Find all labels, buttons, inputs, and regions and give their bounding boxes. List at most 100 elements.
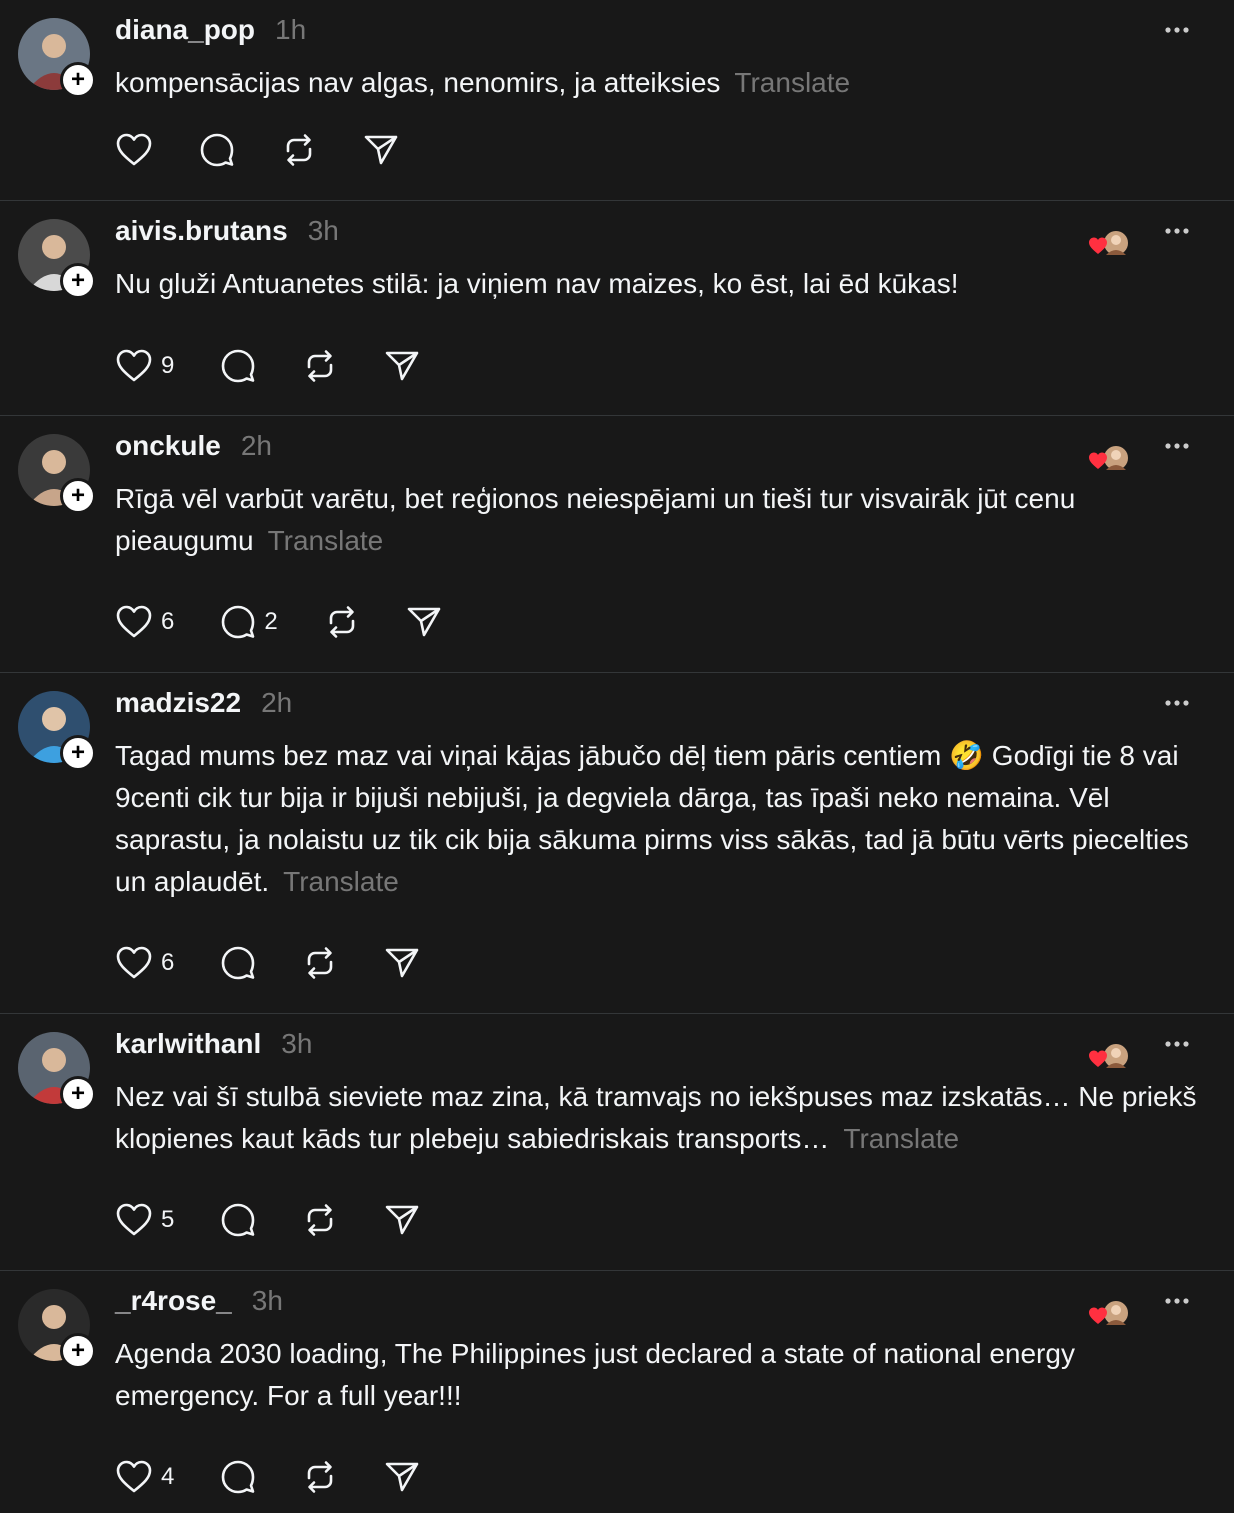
- heart-icon: [116, 946, 152, 979]
- post-text: kompensācijas nav algas, nenomirs, ja at…: [115, 62, 1204, 104]
- translate-link[interactable]: Translate: [283, 866, 399, 897]
- repost-icon: [286, 134, 312, 166]
- author-avatar-wrap: +: [18, 691, 96, 771]
- heart-icon: [116, 1203, 152, 1236]
- comment-icon: [222, 349, 255, 383]
- like-count: 6: [161, 608, 175, 635]
- author-avatar-wrap: +: [18, 1289, 96, 1369]
- send-icon: [386, 1462, 419, 1492]
- like-count: 9: [161, 352, 175, 379]
- share-button[interactable]: [384, 1459, 420, 1495]
- reply-button[interactable]: [220, 1459, 256, 1495]
- post-text: Tagad mums bez maz vai viņai kājas jābuč…: [115, 735, 1204, 903]
- follow-plus-icon[interactable]: +: [60, 263, 96, 299]
- reply-button[interactable]: 2: [220, 604, 278, 640]
- post-actions: 9: [115, 346, 466, 386]
- follow-plus-icon[interactable]: +: [60, 735, 96, 771]
- more-options-icon[interactable]: [1162, 221, 1198, 241]
- like-button[interactable]: [115, 132, 153, 168]
- share-button[interactable]: [406, 604, 442, 640]
- more-options-icon[interactable]: [1162, 1291, 1198, 1311]
- like-button[interactable]: 6: [115, 945, 174, 981]
- repost-icon: [308, 350, 333, 382]
- share-button[interactable]: [384, 348, 420, 384]
- like-count: 4: [161, 1463, 175, 1490]
- repost-icon: [308, 1204, 333, 1236]
- username[interactable]: madzis22: [115, 687, 241, 719]
- follow-plus-icon[interactable]: +: [60, 1333, 96, 1369]
- author-avatar-wrap: +: [18, 1032, 96, 1112]
- username[interactable]: aivis.brutans: [115, 215, 288, 247]
- like-count: 5: [161, 1206, 175, 1233]
- repost-button[interactable]: [302, 1459, 338, 1495]
- author-avatar-wrap: +: [18, 219, 96, 299]
- send-icon: [386, 351, 419, 381]
- repost-button[interactable]: [281, 132, 317, 168]
- like-count: 6: [161, 949, 175, 976]
- repost-button[interactable]: [302, 348, 338, 384]
- post-text-content: Tagad mums bez maz vai viņai kājas jābuč…: [115, 740, 1189, 897]
- post: + aivis.brutans 3h Nu gluži Antuanetes s…: [0, 201, 1234, 416]
- post-header: karlwithanl 3h: [115, 1028, 312, 1068]
- reply-button[interactable]: [220, 945, 256, 981]
- post-time[interactable]: 3h: [281, 1028, 312, 1060]
- post-actions: 6: [115, 943, 466, 983]
- more-options-icon[interactable]: [1162, 693, 1198, 713]
- author-avatar-wrap: +: [18, 18, 96, 98]
- post-time[interactable]: 2h: [241, 430, 272, 462]
- more-options-icon[interactable]: [1162, 436, 1198, 456]
- more-options-icon[interactable]: [1162, 1034, 1198, 1054]
- share-button[interactable]: [384, 1202, 420, 1238]
- post: + madzis22 2h Tagad mums bez maz vai viņ…: [0, 673, 1234, 1014]
- like-button[interactable]: 4: [115, 1459, 174, 1495]
- comment-icon: [222, 946, 255, 980]
- comment-icon: [222, 605, 255, 639]
- post-time[interactable]: 2h: [261, 687, 292, 719]
- post-text-content: Agenda 2030 loading, The Philippines jus…: [115, 1338, 1075, 1411]
- repost-button[interactable]: [324, 604, 360, 640]
- liked-by-indicator: [1088, 444, 1132, 476]
- reply-button[interactable]: [199, 132, 235, 168]
- post-header: madzis22 2h: [115, 687, 292, 727]
- follow-plus-icon[interactable]: +: [60, 62, 96, 98]
- heart-icon: [116, 1460, 152, 1493]
- more-options-icon[interactable]: [1162, 20, 1198, 40]
- post: + diana_pop 1h kompensācijas nav algas, …: [0, 0, 1234, 201]
- reply-button[interactable]: [220, 1202, 256, 1238]
- post-header: aivis.brutans 3h: [115, 215, 339, 255]
- repost-button[interactable]: [302, 1202, 338, 1238]
- send-icon: [364, 135, 398, 165]
- post-text: Rīgā vēl varbūt varētu, bet reģionos nei…: [115, 478, 1204, 562]
- like-button[interactable]: 6: [115, 604, 174, 640]
- share-button[interactable]: [363, 132, 399, 168]
- post-time[interactable]: 3h: [308, 215, 339, 247]
- translate-link[interactable]: Translate: [734, 67, 850, 98]
- liked-by-indicator: [1088, 229, 1132, 261]
- follow-plus-icon[interactable]: +: [60, 478, 96, 514]
- share-button[interactable]: [384, 945, 420, 981]
- post-header: onckule 2h: [115, 430, 272, 470]
- repost-button[interactable]: [302, 945, 338, 981]
- translate-link[interactable]: Translate: [268, 525, 384, 556]
- follow-plus-icon[interactable]: +: [60, 1076, 96, 1112]
- liked-by-indicator: [1088, 1299, 1132, 1331]
- post: + karlwithanl 3h Nez vai šī stulbā sievi…: [0, 1014, 1234, 1271]
- comment-icon: [222, 1203, 255, 1237]
- post-text-content: Rīgā vēl varbūt varētu, bet reģionos nei…: [115, 483, 1076, 556]
- post-actions: 4: [115, 1457, 466, 1497]
- post-time[interactable]: 3h: [252, 1285, 283, 1317]
- translate-link[interactable]: Translate: [843, 1123, 959, 1154]
- post-text: Nu gluži Antuanetes stilā: ja viņiem nav…: [115, 263, 1204, 305]
- like-button[interactable]: 5: [115, 1202, 174, 1238]
- heart-icon: [116, 349, 152, 382]
- username[interactable]: karlwithanl: [115, 1028, 261, 1060]
- post-actions: [115, 130, 445, 170]
- reply-button[interactable]: [220, 348, 256, 384]
- username[interactable]: onckule: [115, 430, 221, 462]
- like-button[interactable]: 9: [115, 348, 174, 384]
- username[interactable]: _r4rose_: [115, 1285, 232, 1317]
- post-header: _r4rose_ 3h: [115, 1285, 283, 1325]
- post-text-content: Nez vai šī stulbā sieviete maz zina, kā …: [115, 1081, 1197, 1154]
- post-time[interactable]: 1h: [275, 14, 306, 46]
- username[interactable]: diana_pop: [115, 14, 255, 46]
